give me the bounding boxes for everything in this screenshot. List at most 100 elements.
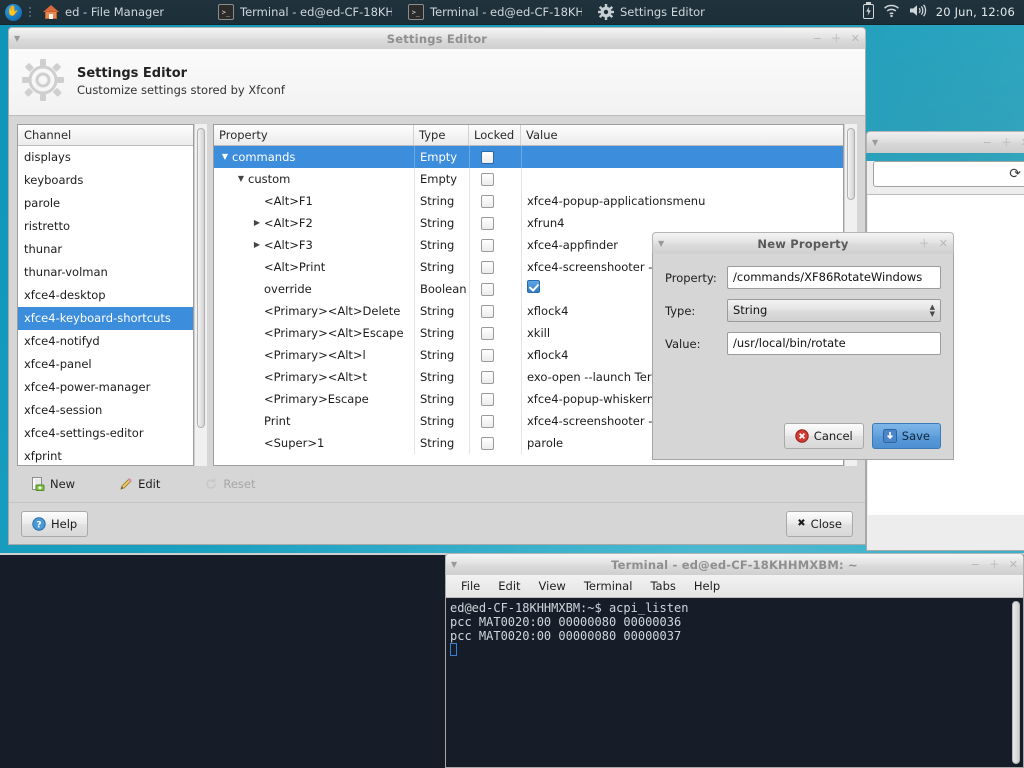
channel-list-scrollbar[interactable] bbox=[194, 124, 207, 466]
terminal-menu-edit[interactable]: Edit bbox=[489, 579, 529, 593]
locked-checkbox[interactable] bbox=[481, 305, 494, 318]
column-header-type[interactable]: Type bbox=[414, 125, 469, 145]
expander-icon[interactable]: ▼ bbox=[234, 168, 248, 190]
new-property-button[interactable]: New bbox=[31, 477, 75, 491]
property-row[interactable]: ▼customEmpty bbox=[214, 168, 843, 190]
locked-checkbox[interactable] bbox=[481, 261, 494, 274]
channel-item[interactable]: displays bbox=[18, 146, 193, 169]
locked-checkbox[interactable] bbox=[481, 173, 494, 186]
maximize-icon[interactable]: ＋ bbox=[989, 559, 1000, 570]
task-button[interactable]: ed - File Manager bbox=[35, 1, 210, 24]
close-icon[interactable]: ✕ bbox=[851, 33, 860, 44]
close-icon[interactable]: ✕ bbox=[939, 238, 948, 249]
file-manager-path-entry[interactable]: ⟳ bbox=[873, 161, 1024, 187]
terminal-menu-terminal[interactable]: Terminal bbox=[575, 579, 642, 593]
reload-icon[interactable]: ⟳ bbox=[1009, 166, 1021, 182]
terminal-titlebar[interactable]: ▼ Terminal - ed@ed-CF-18KHHMXBM: ~ − ＋ ✕ bbox=[445, 553, 1024, 575]
edit-property-label: Edit bbox=[138, 477, 160, 491]
system-tray[interactable]: 20 Jun, 12:06 bbox=[863, 2, 1024, 22]
window-menu-icon[interactable]: ▼ bbox=[872, 139, 878, 147]
channel-item[interactable]: ristretto bbox=[18, 215, 193, 238]
expander-icon[interactable]: ▶ bbox=[250, 212, 264, 234]
channel-list[interactable]: displayskeyboardsparoleristrettothunarth… bbox=[18, 146, 193, 465]
cancel-button[interactable]: Cancel bbox=[784, 423, 864, 449]
channel-item[interactable]: xfce4-settings-editor bbox=[18, 422, 193, 445]
channel-item[interactable]: keyboards bbox=[18, 169, 193, 192]
wifi-icon[interactable] bbox=[883, 3, 900, 21]
channel-item[interactable]: thunar-volman bbox=[18, 261, 193, 284]
window-menu-icon[interactable]: ▼ bbox=[658, 240, 664, 248]
minimize-icon[interactable]: − bbox=[983, 137, 992, 148]
maximize-icon[interactable]: ＋ bbox=[1001, 137, 1012, 148]
channel-item[interactable]: xfprint bbox=[18, 445, 193, 465]
window-task-list[interactable]: ed - File ManagerTerminal - ed@ed-CF-18K… bbox=[35, 1, 750, 24]
terminal-menu-tabs[interactable]: Tabs bbox=[641, 579, 684, 593]
terminal-menu-help[interactable]: Help bbox=[685, 579, 729, 593]
locked-checkbox[interactable] bbox=[481, 415, 494, 428]
maximize-icon[interactable]: ＋ bbox=[831, 33, 842, 44]
volume-icon[interactable] bbox=[909, 3, 927, 21]
settings-editor-titlebar[interactable]: ▼ Settings Editor − ＋ ✕ bbox=[8, 27, 866, 49]
terminal-scrollbar[interactable] bbox=[1011, 601, 1021, 764]
locked-checkbox[interactable] bbox=[481, 151, 494, 164]
channel-item[interactable]: xfce4-desktop bbox=[18, 284, 193, 307]
terminal-menu-file[interactable]: File bbox=[452, 579, 489, 593]
locked-checkbox[interactable] bbox=[481, 349, 494, 362]
property-name: <Primary>Escape bbox=[264, 388, 369, 410]
terminal-window[interactable]: ▼ Terminal - ed@ed-CF-18KHHMXBM: ~ − ＋ ✕… bbox=[445, 553, 1024, 768]
locked-checkbox[interactable] bbox=[481, 239, 494, 252]
window-menu-icon[interactable]: ▼ bbox=[451, 561, 457, 569]
channel-item[interactable]: xfce4-panel bbox=[18, 353, 193, 376]
channel-item[interactable]: xfce4-notifyd bbox=[18, 330, 193, 353]
locked-checkbox[interactable] bbox=[481, 327, 494, 340]
channel-item[interactable]: xfce4-keyboard-shortcuts bbox=[18, 307, 193, 330]
locked-checkbox[interactable] bbox=[481, 217, 494, 230]
minimize-icon[interactable]: − bbox=[971, 559, 980, 570]
channel-item[interactable]: parole bbox=[18, 192, 193, 215]
column-header-property[interactable]: Property bbox=[214, 125, 414, 145]
property-row[interactable]: ▼commandsEmpty bbox=[214, 146, 843, 168]
save-button[interactable]: Save bbox=[872, 423, 941, 449]
new-property-dialog[interactable]: ▼ New Property ＋ ✕ Property: /commands/X… bbox=[652, 232, 954, 460]
spinner-arrows-icon[interactable]: ▲▼ bbox=[930, 305, 935, 317]
new-property-titlebar[interactable]: ▼ New Property ＋ ✕ bbox=[652, 232, 954, 254]
channel-item[interactable]: thunar bbox=[18, 238, 193, 261]
type-combobox[interactable]: String ▲▼ bbox=[727, 299, 941, 322]
panel-clock[interactable]: 20 Jun, 12:06 bbox=[936, 5, 1015, 19]
help-button[interactable]: ? Help bbox=[21, 511, 88, 537]
task-button[interactable]: Terminal - ed@ed-CF-18KHH... bbox=[400, 1, 590, 24]
channel-item[interactable]: xfce4-power-manager bbox=[18, 376, 193, 399]
minimize-icon[interactable]: − bbox=[813, 33, 822, 44]
locked-checkbox[interactable] bbox=[481, 437, 494, 450]
property-input[interactable]: /commands/XF86RotateWindows bbox=[727, 266, 941, 289]
help-icon: ? bbox=[32, 517, 46, 531]
locked-checkbox[interactable] bbox=[481, 195, 494, 208]
column-header-value[interactable]: Value bbox=[521, 125, 843, 145]
xfce-panel[interactable]: ✋ ed - File ManagerTerminal - ed@ed-CF-1… bbox=[0, 0, 1024, 25]
window-menu-icon[interactable]: ▼ bbox=[14, 35, 20, 43]
close-button[interactable]: ✖ Close bbox=[786, 511, 853, 537]
locked-checkbox[interactable] bbox=[481, 283, 494, 296]
expander-icon[interactable]: ▼ bbox=[218, 146, 232, 168]
locked-checkbox[interactable] bbox=[481, 393, 494, 406]
battery-icon[interactable] bbox=[863, 2, 874, 22]
close-icon[interactable]: ✕ bbox=[1009, 559, 1018, 570]
terminal-menubar[interactable]: FileEditViewTerminalTabsHelp bbox=[446, 575, 1023, 598]
value-input[interactable]: /usr/local/bin/rotate bbox=[727, 332, 941, 355]
terminal-menu-view[interactable]: View bbox=[530, 579, 575, 593]
value-checkbox[interactable] bbox=[527, 280, 540, 293]
property-row[interactable]: ▶<Alt>F2Stringxfrun4 bbox=[214, 212, 843, 234]
column-header-locked[interactable]: Locked bbox=[469, 125, 521, 145]
task-button[interactable]: Terminal - ed@ed-CF-18KHH... bbox=[210, 1, 400, 24]
whisker-menu-icon[interactable]: ✋ bbox=[2, 1, 24, 23]
property-row[interactable]: <Alt>F1Stringxfce4-popup-applicationsmen… bbox=[214, 190, 843, 212]
edit-property-button[interactable]: Edit bbox=[119, 477, 160, 491]
file-manager-titlebar[interactable]: ▼ − ＋ ✕ bbox=[866, 131, 1024, 153]
terminal-screen[interactable]: ed@ed-CF-18KHHMXBM:~$ acpi_listenpcc MAT… bbox=[446, 598, 1023, 767]
task-button[interactable]: Settings Editor bbox=[590, 1, 750, 24]
maximize-icon[interactable]: ＋ bbox=[919, 238, 930, 249]
panel-handle[interactable] bbox=[26, 1, 33, 23]
channel-item[interactable]: xfce4-session bbox=[18, 399, 193, 422]
expander-icon[interactable]: ▶ bbox=[250, 234, 264, 256]
locked-checkbox[interactable] bbox=[481, 371, 494, 384]
